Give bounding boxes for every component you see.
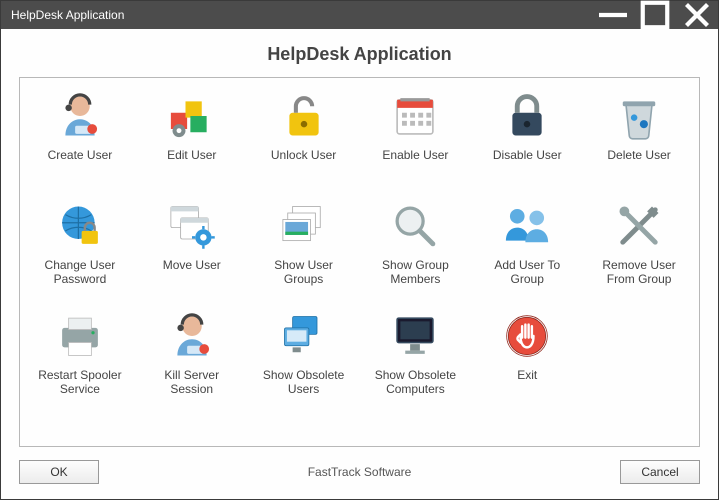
action-exit[interactable]: Exit bbox=[471, 304, 583, 414]
app-window: HelpDesk Application HelpDesk Applicatio… bbox=[0, 0, 719, 500]
actions-panel: Create User Edit User Unlock User Enable Us… bbox=[19, 77, 700, 447]
action-show-obsolete-computers[interactable]: Show Obsolete Computers bbox=[360, 304, 472, 414]
action-edit-user[interactable]: Edit User bbox=[136, 84, 248, 194]
brand-label: FastTrack Software bbox=[99, 465, 620, 479]
users-group-icon bbox=[501, 200, 553, 252]
actions-grid: Create User Edit User Unlock User Enable Us… bbox=[24, 84, 695, 414]
photo-stack-icon bbox=[278, 200, 330, 252]
action-enable-user[interactable]: Enable User bbox=[360, 84, 472, 194]
action-label: Unlock User bbox=[271, 148, 336, 162]
action-disable-user[interactable]: Disable User bbox=[471, 84, 583, 194]
cancel-button[interactable]: Cancel bbox=[620, 460, 700, 484]
monitor-icon bbox=[389, 310, 441, 362]
globe-lock-icon bbox=[54, 200, 106, 252]
action-kill-server-session[interactable]: Kill Server Session bbox=[136, 304, 248, 414]
stop-hand-icon bbox=[501, 310, 553, 362]
action-label: Delete User bbox=[607, 148, 670, 162]
action-move-user[interactable]: Move User bbox=[136, 194, 248, 304]
action-unlock-user[interactable]: Unlock User bbox=[248, 84, 360, 194]
page-title: HelpDesk Application bbox=[19, 29, 700, 77]
action-label: Move User bbox=[163, 258, 221, 272]
footer: OK FastTrack Software Cancel bbox=[19, 455, 700, 489]
action-show-obsolete-users[interactable]: Show Obsolete Users bbox=[248, 304, 360, 414]
calendar-icon bbox=[389, 90, 441, 142]
minimize-button[interactable] bbox=[592, 1, 634, 29]
trash-icon bbox=[613, 90, 665, 142]
action-label: Show Obsolete Computers bbox=[365, 368, 465, 397]
action-label: Kill Server Session bbox=[142, 368, 242, 397]
action-label: Remove User From Group bbox=[589, 258, 689, 287]
close-button[interactable] bbox=[676, 1, 718, 29]
padlock-closed-icon bbox=[501, 90, 553, 142]
blocks-gear-icon bbox=[166, 90, 218, 142]
printer-icon bbox=[54, 310, 106, 362]
maximize-button[interactable] bbox=[634, 1, 676, 29]
user-headset-icon bbox=[54, 90, 106, 142]
action-label: Show Group Members bbox=[365, 258, 465, 287]
action-add-user-to-group[interactable]: Add User To Group bbox=[471, 194, 583, 304]
window-title: HelpDesk Application bbox=[11, 8, 592, 22]
magnifier-icon bbox=[389, 200, 441, 252]
action-label: Add User To Group bbox=[477, 258, 577, 287]
ok-button[interactable]: OK bbox=[19, 460, 99, 484]
action-label: Change User Password bbox=[30, 258, 130, 287]
padlock-open-icon bbox=[278, 90, 330, 142]
action-label: Create User bbox=[48, 148, 113, 162]
action-label: Restart Spooler Service bbox=[30, 368, 130, 397]
action-show-user-groups[interactable]: Show User Groups bbox=[248, 194, 360, 304]
action-label: Edit User bbox=[167, 148, 216, 162]
action-delete-user[interactable]: Delete User bbox=[583, 84, 695, 194]
action-label: Enable User bbox=[382, 148, 448, 162]
action-label: Exit bbox=[517, 368, 537, 382]
action-show-group-members[interactable]: Show Group Members bbox=[360, 194, 472, 304]
action-remove-user-from-group[interactable]: Remove User From Group bbox=[583, 194, 695, 304]
action-change-user-password[interactable]: Change User Password bbox=[24, 194, 136, 304]
tools-cross-icon bbox=[613, 200, 665, 252]
action-label: Show Obsolete Users bbox=[254, 368, 354, 397]
action-create-user[interactable]: Create User bbox=[24, 84, 136, 194]
client-area: HelpDesk Application Create User Edit Use… bbox=[1, 29, 718, 499]
action-restart-spooler-service[interactable]: Restart Spooler Service bbox=[24, 304, 136, 414]
user-headset-icon bbox=[166, 310, 218, 362]
windows-gear-icon bbox=[166, 200, 218, 252]
action-label: Disable User bbox=[493, 148, 562, 162]
computers-stack-icon bbox=[278, 310, 330, 362]
titlebar: HelpDesk Application bbox=[1, 1, 718, 29]
action-label: Show User Groups bbox=[254, 258, 354, 287]
